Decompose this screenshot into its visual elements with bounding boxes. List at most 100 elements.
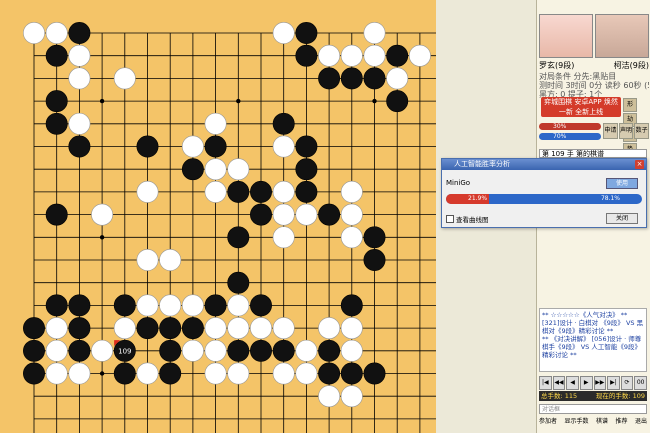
white-stone[interactable] — [181, 135, 204, 158]
black-stone[interactable] — [340, 294, 363, 317]
white-stone[interactable] — [68, 44, 91, 67]
black-stone[interactable] — [272, 112, 295, 135]
white-stone[interactable] — [272, 317, 295, 340]
black-stone[interactable] — [386, 44, 409, 67]
black-stone[interactable] — [45, 90, 68, 113]
black-stone[interactable] — [45, 44, 68, 67]
black-stone[interactable] — [23, 362, 45, 385]
black-stone[interactable] — [227, 339, 250, 362]
black-stone[interactable] — [113, 294, 136, 317]
white-stone[interactable] — [318, 44, 341, 67]
white-stone[interactable] — [204, 112, 227, 135]
black-stone[interactable] — [159, 362, 182, 385]
white-stone[interactable] — [227, 362, 250, 385]
black-stone[interactable] — [68, 294, 91, 317]
white-stone[interactable] — [227, 158, 250, 181]
white-stone[interactable] — [272, 226, 295, 249]
black-stone[interactable] — [318, 203, 341, 226]
black-stone[interactable] — [363, 67, 386, 90]
white-stone[interactable] — [136, 294, 159, 317]
side-button[interactable]: 形 — [623, 98, 637, 112]
board-grid[interactable]: 109 — [0, 0, 436, 433]
black-stone[interactable] — [159, 339, 182, 362]
white-stone[interactable] — [204, 339, 227, 362]
black-stone[interactable] — [250, 180, 272, 203]
white-stone[interactable] — [45, 339, 68, 362]
black-stone[interactable] — [363, 362, 386, 385]
nav-show-moves[interactable]: 显示手数 — [564, 416, 588, 425]
white-stone[interactable] — [113, 67, 136, 90]
black-stone[interactable] — [113, 362, 136, 385]
dialog-titlebar[interactable]: 人工智能胜率分析 × — [442, 159, 646, 170]
white-stone[interactable] — [68, 67, 91, 90]
white-stone[interactable] — [45, 362, 68, 385]
black-stone[interactable] — [340, 67, 363, 90]
white-stone[interactable] — [272, 203, 295, 226]
white-stone[interactable] — [136, 180, 159, 203]
black-stone[interactable] — [295, 44, 318, 67]
action-button[interactable]: 申请 — [603, 123, 618, 139]
first-move-button[interactable]: |◀ — [539, 376, 552, 390]
black-stone[interactable] — [295, 22, 318, 44]
white-stone[interactable] — [45, 317, 68, 340]
white-stone[interactable] — [23, 22, 45, 44]
white-stone[interactable] — [340, 226, 363, 249]
white-stone[interactable] — [363, 44, 386, 67]
chat-input[interactable]: 对话框 — [539, 404, 647, 414]
black-stone[interactable] — [363, 226, 386, 249]
black-stone[interactable] — [250, 294, 272, 317]
counter-button[interactable]: 00 — [634, 376, 647, 390]
black-stone[interactable] — [136, 135, 159, 158]
white-stone[interactable] — [68, 362, 91, 385]
white-stone[interactable] — [250, 317, 272, 340]
nav-participants[interactable]: 参加者 — [539, 416, 557, 425]
white-stone[interactable] — [272, 180, 295, 203]
forward-button[interactable]: ▶ — [579, 376, 593, 390]
nav-record[interactable]: 棋谱 — [596, 416, 608, 425]
go-board[interactable]: 109 — [0, 0, 436, 433]
black-stone[interactable] — [181, 317, 204, 340]
action-button[interactable]: 数子 — [634, 123, 650, 139]
black-stone[interactable] — [272, 339, 295, 362]
black-stone[interactable] — [159, 317, 182, 340]
nav-exit[interactable]: 退出 — [635, 416, 647, 425]
white-stone[interactable] — [272, 135, 295, 158]
black-stone[interactable] — [45, 294, 68, 317]
black-stone[interactable] — [136, 317, 159, 340]
black-stone[interactable] — [23, 339, 45, 362]
white-stone[interactable] — [136, 249, 159, 271]
white-stone[interactable] — [340, 203, 363, 226]
black-stone[interactable] — [386, 90, 409, 113]
white-stone[interactable] — [386, 67, 409, 90]
white-stone[interactable] — [159, 294, 182, 317]
black-stone[interactable] — [295, 135, 318, 158]
black-stone[interactable] — [227, 180, 250, 203]
white-stone[interactable] — [204, 317, 227, 340]
black-stone[interactable] — [23, 317, 45, 340]
white-stone[interactable] — [272, 22, 295, 44]
black-stone[interactable] — [181, 158, 204, 181]
white-stone[interactable] — [159, 249, 182, 271]
black-stone[interactable] — [318, 339, 341, 362]
black-stone[interactable] — [340, 362, 363, 385]
last-move-button[interactable]: ▶| — [607, 376, 620, 390]
white-stone[interactable] — [204, 180, 227, 203]
black-stone[interactable] — [318, 362, 341, 385]
white-stone[interactable] — [68, 112, 91, 135]
black-stone[interactable] — [227, 271, 250, 294]
black-stone[interactable] — [45, 112, 68, 135]
white-stone[interactable] — [340, 180, 363, 203]
white-stone[interactable] — [204, 362, 227, 385]
white-stone[interactable] — [91, 203, 114, 226]
back-button[interactable]: ◀ — [566, 376, 579, 390]
white-stone[interactable] — [340, 385, 363, 408]
ad-banner[interactable]: 弈城围棋 安卓APP 焕然一新 全新上线 — [541, 97, 621, 117]
black-stone[interactable] — [68, 339, 91, 362]
close-button[interactable]: 关闭 — [606, 213, 638, 224]
back-fast-button[interactable]: ◀◀ — [552, 376, 566, 390]
white-stone[interactable] — [45, 22, 68, 44]
checkbox-icon[interactable] — [446, 215, 454, 223]
black-stone[interactable] — [363, 249, 386, 271]
refresh-icon[interactable]: ⟳ — [620, 376, 634, 390]
white-stone[interactable] — [340, 44, 363, 67]
